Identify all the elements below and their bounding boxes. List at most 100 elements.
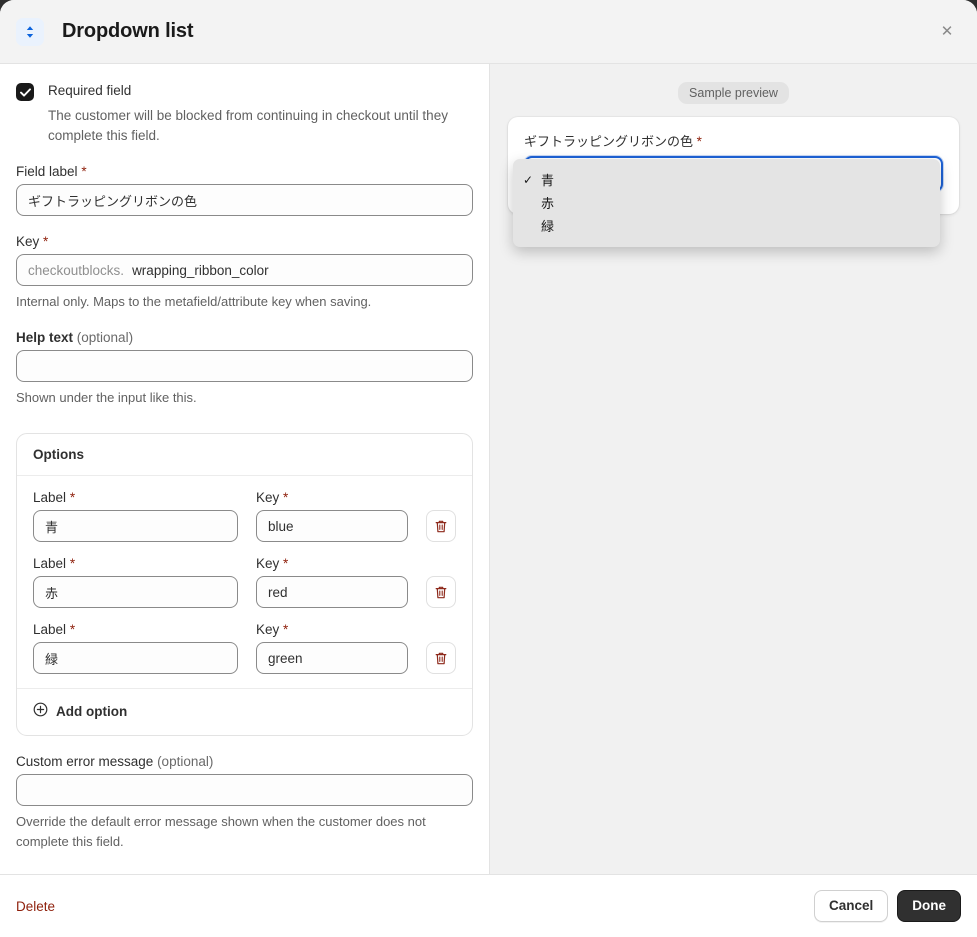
trash-icon — [434, 519, 448, 534]
checkmark-icon: ✓ — [523, 174, 541, 186]
option-label-caption: Label * — [33, 490, 238, 505]
options-card-footer: Add option — [17, 688, 472, 735]
cancel-button[interactable]: Cancel — [814, 890, 888, 922]
key-field-hint: Internal only. Maps to the metafield/att… — [16, 292, 473, 312]
field-label-caption: Field label * — [16, 164, 473, 179]
required-asterisk: * — [697, 134, 702, 149]
required-asterisk: * — [43, 234, 48, 249]
required-field-checkbox[interactable] — [16, 83, 34, 101]
option-row-headers: Label * Key * — [33, 622, 456, 637]
modal-header: Dropdown list ✕ — [0, 0, 977, 64]
select-chevrons-icon — [16, 18, 44, 46]
circle-plus-icon — [33, 702, 48, 720]
options-list: Label * Key * 青 blue — [17, 476, 472, 674]
options-card: Options Label * Key * 青 blue — [16, 433, 473, 736]
option-key-text: Key — [256, 556, 279, 571]
key-value: wrapping_ribbon_color — [132, 263, 269, 278]
dropdown-list-modal: Dropdown list ✕ Required field The custo… — [0, 0, 977, 937]
dropdown-option-label: 青 — [541, 170, 554, 189]
required-asterisk: * — [70, 622, 75, 637]
page-title: Dropdown list — [62, 20, 193, 43]
dropdown-option[interactable]: 緑 — [513, 214, 940, 237]
option-row: Label * Key * 赤 red — [33, 556, 456, 608]
close-icon[interactable]: ✕ — [933, 18, 961, 46]
required-field-description: The customer will be blocked from contin… — [48, 106, 473, 146]
option-label-input[interactable]: 青 — [33, 510, 238, 542]
footer-actions: Cancel Done — [814, 890, 961, 922]
settings-pane: Required field The customer will be bloc… — [0, 64, 490, 874]
option-label-input[interactable]: 緑 — [33, 642, 238, 674]
help-text-optional: (optional) — [77, 330, 133, 345]
option-row-inputs: 青 blue — [33, 510, 456, 542]
option-row: Label * Key * 緑 green — [33, 622, 456, 674]
custom-error-label: Custom error message — [16, 754, 153, 769]
option-row-inputs: 赤 red — [33, 576, 456, 608]
option-label-caption: Label * — [33, 556, 238, 571]
option-label-input[interactable]: 赤 — [33, 576, 238, 608]
preview-card: ギフトラッピングリボンの色 * ✓ 青 赤 緑 — [508, 117, 959, 214]
done-button[interactable]: Done — [897, 890, 961, 922]
required-asterisk: * — [81, 164, 86, 179]
option-key-text: Key — [256, 622, 279, 637]
option-key-text: Key — [256, 490, 279, 505]
help-text-caption: Help text (optional) — [16, 330, 473, 345]
option-row-headers: Label * Key * — [33, 490, 456, 505]
sample-preview-badge: Sample preview — [678, 82, 789, 104]
dropdown-option-label: 赤 — [541, 193, 554, 212]
custom-error-input[interactable] — [16, 774, 473, 806]
trash-icon — [434, 651, 448, 666]
option-label-caption: Label * — [33, 622, 238, 637]
dropdown-option-label: 緑 — [541, 216, 554, 235]
add-option-button[interactable]: Add option — [33, 702, 127, 720]
key-field-caption: Key * — [16, 234, 473, 249]
required-asterisk: * — [70, 556, 75, 571]
field-label-text: Field label — [16, 164, 78, 179]
key-field-group: Key * checkoutblocks. wrapping_ribbon_co… — [16, 234, 473, 312]
help-text-input[interactable] — [16, 350, 473, 382]
required-asterisk: * — [283, 490, 288, 505]
option-key-caption: Key * — [256, 490, 408, 505]
modal-body: Required field The customer will be bloc… — [0, 64, 977, 875]
key-prefix: checkoutblocks. — [28, 263, 124, 278]
delete-option-button[interactable] — [426, 510, 456, 542]
add-option-label: Add option — [56, 704, 127, 719]
option-label-text: Label — [33, 556, 66, 571]
option-key-input[interactable]: red — [256, 576, 408, 608]
custom-error-optional: (optional) — [157, 754, 213, 769]
custom-error-caption: Custom error message (optional) — [16, 754, 473, 769]
delete-option-button[interactable] — [426, 642, 456, 674]
preview-badge-wrap: Sample preview — [508, 82, 959, 104]
custom-error-hint: Override the default error message shown… — [16, 812, 473, 852]
option-key-caption: Key * — [256, 556, 408, 571]
option-row-inputs: 緑 green — [33, 642, 456, 674]
option-label-text: Label — [33, 622, 66, 637]
required-field-texts: Required field The customer will be bloc… — [48, 82, 473, 146]
field-label-input[interactable]: ギフトラッピングリボンの色 — [16, 184, 473, 216]
preview-pane: Sample preview ギフトラッピングリボンの色 * ✓ 青 赤 — [490, 64, 977, 874]
modal-footer: Delete Cancel Done — [0, 875, 977, 937]
dropdown-option[interactable]: ✓ 青 — [513, 168, 940, 191]
delete-button[interactable]: Delete — [16, 899, 55, 914]
option-key-caption: Key * — [256, 622, 408, 637]
required-asterisk: * — [283, 556, 288, 571]
custom-error-group: Custom error message (optional) Override… — [16, 754, 473, 852]
preview-field-label-text: ギフトラッピングリボンの色 — [524, 134, 693, 149]
option-row-headers: Label * Key * — [33, 556, 456, 571]
option-label-text: Label — [33, 490, 66, 505]
key-field-text: Key — [16, 234, 39, 249]
required-asterisk: * — [70, 490, 75, 505]
key-field-input[interactable]: checkoutblocks. wrapping_ribbon_color — [16, 254, 473, 286]
preview-field-label: ギフトラッピングリボンの色 * — [524, 131, 943, 150]
field-label-group: Field label * ギフトラッピングリボンの色 — [16, 164, 473, 216]
required-field-label: Required field — [48, 82, 473, 100]
option-key-input[interactable]: green — [256, 642, 408, 674]
option-key-input[interactable]: blue — [256, 510, 408, 542]
help-text-label: Help text — [16, 330, 73, 345]
options-card-title: Options — [17, 434, 472, 476]
trash-icon — [434, 585, 448, 600]
required-asterisk: * — [283, 622, 288, 637]
dropdown-option[interactable]: 赤 — [513, 191, 940, 214]
required-field-row: Required field The customer will be bloc… — [16, 82, 473, 146]
delete-option-button[interactable] — [426, 576, 456, 608]
option-row: Label * Key * 青 blue — [33, 490, 456, 542]
